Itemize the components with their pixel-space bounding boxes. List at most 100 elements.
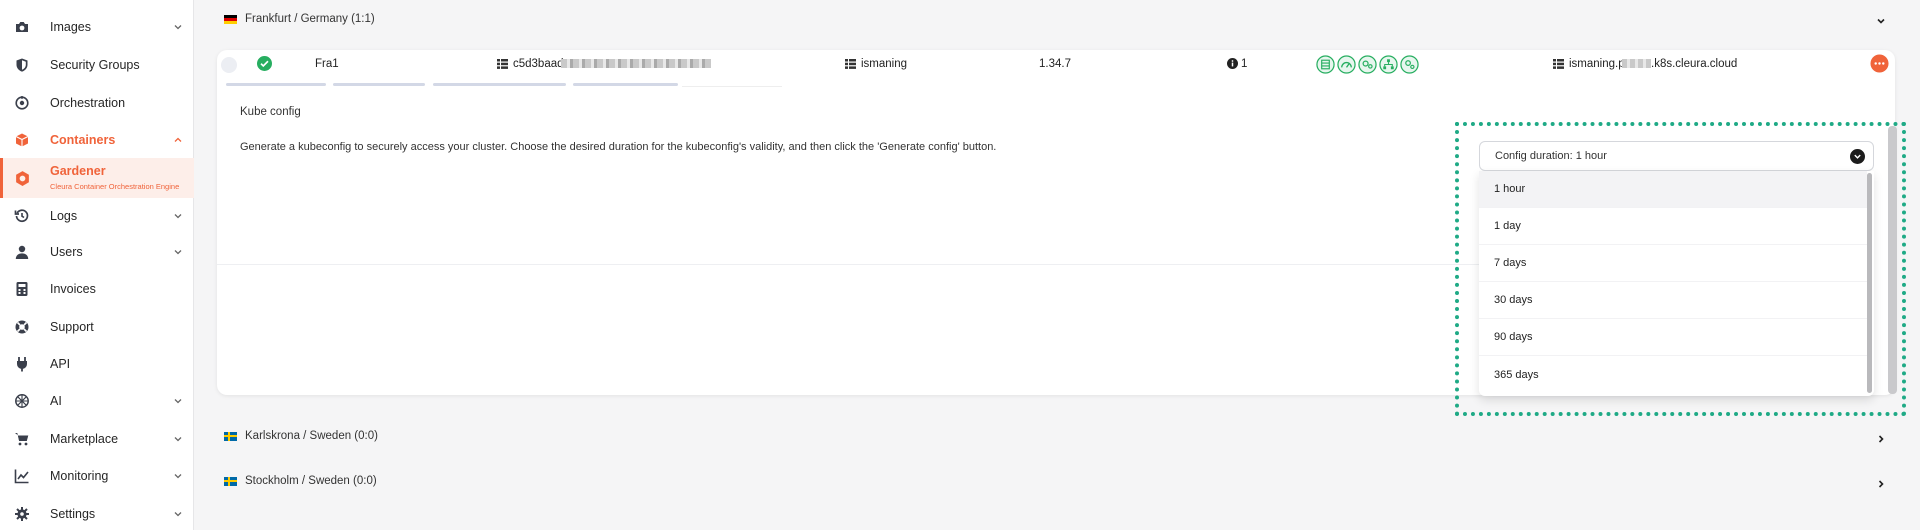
cluster-endpoint-prefix: ismaning.p [1569, 58, 1625, 70]
chevron-right-icon[interactable] [1874, 477, 1888, 491]
sidebar-item-label: API [50, 357, 71, 371]
duration-option[interactable]: 1 day [1479, 208, 1867, 245]
duration-option[interactable]: 1 hour [1479, 171, 1867, 208]
sidebar-item-label: Support [50, 320, 94, 334]
sidebar-item-containers[interactable]: Containers [0, 122, 194, 158]
sidebar-item-api[interactable]: API [0, 346, 194, 382]
sweden-flag-icon [224, 476, 237, 486]
sidebar-item-label: Containers [50, 133, 116, 147]
duration-option[interactable]: 365 days [1479, 356, 1867, 393]
region-title: Frankfurt / Germany (1:1) [245, 13, 375, 25]
chevron-down-icon [172, 21, 184, 33]
sidebar-item-label: Gardener [50, 164, 106, 178]
tab-indicator[interactable] [433, 83, 566, 86]
cluster-project: ismaning [861, 58, 908, 70]
sidebar-item-label: Users [50, 245, 83, 259]
duration-option[interactable]: 7 days [1479, 245, 1867, 282]
option-label: 7 days [1494, 257, 1527, 269]
sidebar-item-ai[interactable]: AI [0, 383, 194, 419]
gardener-icon [13, 169, 31, 187]
config-duration-select[interactable]: Config duration: 1 hour [1479, 141, 1874, 171]
sidebar-item-images[interactable]: Images [0, 9, 194, 45]
tab-indicator[interactable] [573, 83, 678, 86]
region-title: Stockholm / Sweden (0:0) [245, 475, 377, 487]
list-icon [497, 59, 508, 72]
cart-icon [13, 430, 31, 448]
menu-scrollbar[interactable] [1867, 173, 1872, 393]
redacted-endpoint-blur [1622, 59, 1651, 68]
orchestration-icon [13, 94, 31, 112]
option-label: 365 days [1494, 368, 1539, 381]
sidebar-item-gardener[interactable]: Gardener Cleura Container Orchestration … [0, 158, 194, 198]
kubeconfig-description: Generate a kubeconfig to securely access… [240, 141, 997, 153]
topology-service-icon[interactable] [1379, 55, 1398, 74]
region-header-stockholm[interactable]: Stockholm / Sweden (0:0) [224, 475, 377, 487]
sidebar-item-monitoring[interactable]: Monitoring [0, 458, 194, 494]
sidebar-item-label: Monitoring [50, 469, 109, 483]
sidebar-item-label: Security Groups [50, 58, 140, 72]
duration-option[interactable]: 90 days [1479, 319, 1867, 356]
cluster-endpoint-suffix: .k8s.cleura.cloud [1651, 58, 1738, 70]
option-label: 90 days [1494, 331, 1533, 343]
tab-indicator[interactable] [226, 83, 326, 86]
shield-icon [13, 56, 31, 74]
select-value: Config duration: 1 hour [1495, 150, 1607, 162]
region-header-karlskrona[interactable]: Karlskrona / Sweden (0:0) [224, 430, 378, 442]
germany-flag-icon [224, 14, 237, 24]
service-icons [1316, 55, 1419, 74]
sidebar-item-invoices[interactable]: Invoices [0, 271, 194, 307]
sweden-flag-icon [224, 431, 237, 441]
info-count: 1 [1241, 58, 1248, 70]
page-scrollbar[interactable] [1888, 126, 1897, 394]
redacted-id-blur [561, 59, 711, 68]
sidebar: Images Security Groups Orchestration Con… [0, 0, 194, 530]
chart-line-icon [13, 467, 31, 485]
list-icon [845, 59, 856, 72]
kubeconfig-title: Kube config [240, 106, 301, 118]
chevron-down-icon[interactable] [1874, 14, 1888, 28]
dashboard-service-icon[interactable] [1337, 55, 1356, 74]
config-service-icon[interactable] [1400, 55, 1419, 74]
camera-icon [13, 18, 31, 36]
sidebar-item-label: AI [50, 394, 62, 408]
sidebar-item-users[interactable]: Users [0, 234, 194, 270]
sidebar-item-sublabel: Cleura Container Orchestration Engine [50, 182, 180, 191]
region-header-frankfurt[interactable]: Frankfurt / Germany (1:1) [224, 13, 375, 25]
network-service-icon[interactable] [1358, 55, 1377, 74]
sidebar-item-label: Images [50, 20, 91, 34]
sidebar-item-marketplace[interactable]: Marketplace [0, 421, 194, 457]
ai-icon [13, 392, 31, 410]
chevron-down-icon [172, 395, 184, 407]
sidebar-item-orchestration[interactable]: Orchestration [0, 85, 194, 121]
plug-icon [13, 355, 31, 373]
tab-gap [682, 86, 782, 87]
sidebar-item-logs[interactable]: Logs [0, 198, 194, 234]
cluster-version: 1.34.7 [1039, 58, 1071, 70]
status-ok-icon [257, 56, 272, 74]
region-title: Karlskrona / Sweden (0:0) [245, 430, 378, 442]
chevron-down-icon [172, 210, 184, 222]
cube-icon [13, 131, 31, 149]
more-actions-button[interactable] [1870, 54, 1889, 76]
chevron-right-icon[interactable] [1874, 432, 1888, 446]
duration-option[interactable]: 30 days [1479, 282, 1867, 319]
tab-indicator[interactable] [333, 83, 425, 86]
row-select-radio[interactable] [221, 57, 237, 73]
sidebar-item-settings[interactable]: Settings [0, 496, 194, 530]
config-duration-menu: 1 hour 1 day 7 days 30 days 90 days 365 … [1479, 171, 1874, 396]
option-label: 1 hour [1494, 183, 1526, 195]
sidebar-item-label: Logs [50, 209, 78, 223]
option-label: 1 day [1494, 220, 1521, 232]
storage-service-icon[interactable] [1316, 55, 1335, 74]
sidebar-item-security-groups[interactable]: Security Groups [0, 47, 194, 83]
sidebar-item-label: Settings [50, 507, 96, 521]
sidebar-item-support[interactable]: Support [0, 309, 194, 345]
cluster-name: Fra1 [315, 58, 339, 70]
chevron-down-icon [172, 246, 184, 258]
chevron-down-icon [172, 508, 184, 520]
chevron-down-icon [1850, 149, 1865, 164]
cluster-row[interactable]: Fra1 c5d3baad ismaning 1.34.7 1 ismaning… [217, 50, 1895, 80]
gear-icon [13, 505, 31, 523]
sidebar-item-label: Marketplace [50, 432, 119, 446]
calculator-icon [13, 280, 31, 298]
